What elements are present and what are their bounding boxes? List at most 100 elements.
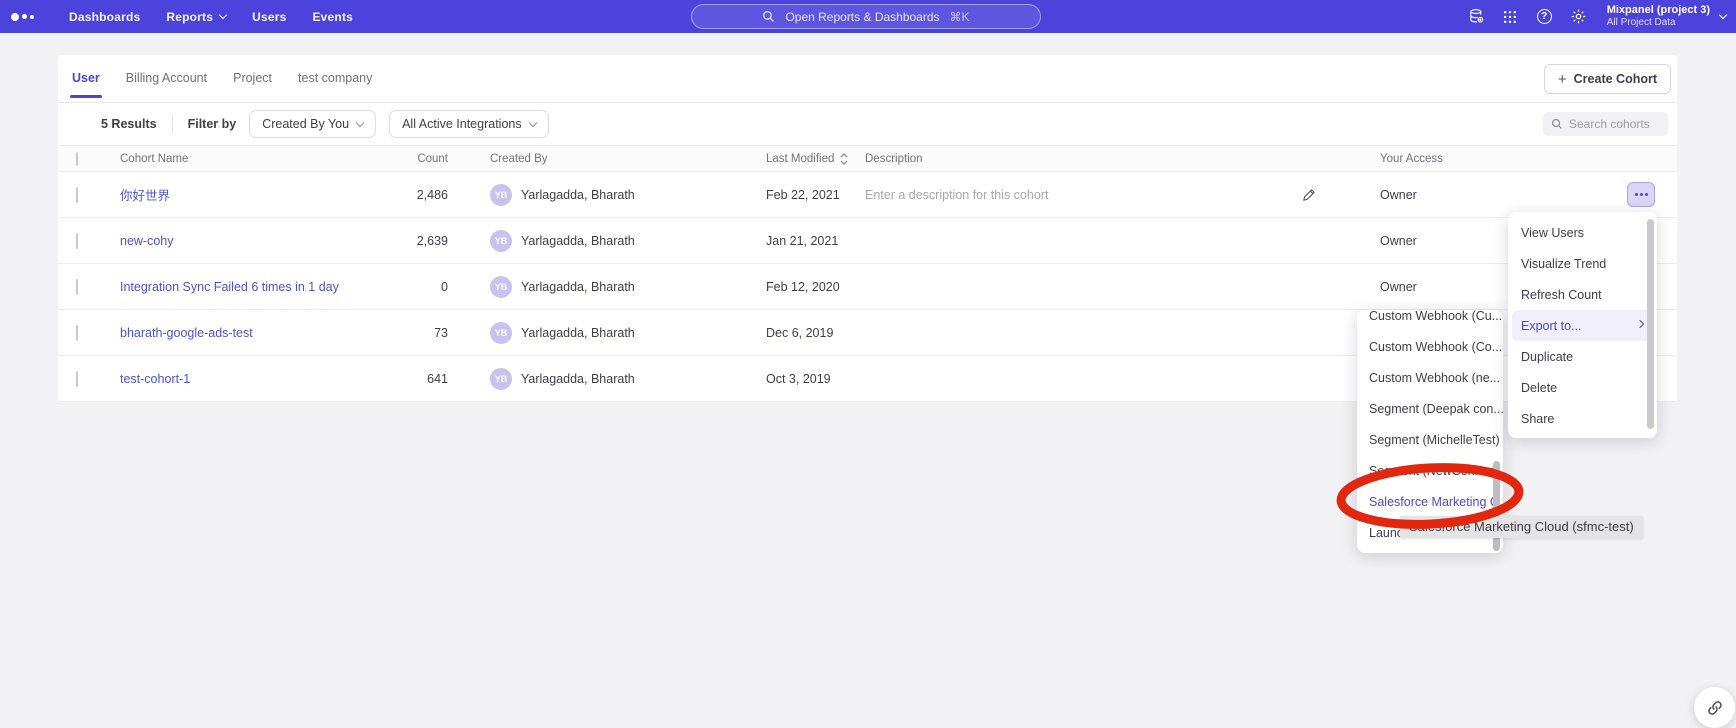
row-context-menu: View Users Visualize Trend Refresh Count… [1508, 212, 1657, 438]
export-submenu-item[interactable]: Segment (Deepak con... [1357, 393, 1503, 424]
col-count: Count [403, 153, 448, 165]
nav-item[interactable]: Reports [153, 0, 239, 33]
cohort-tabs: User Billing Account Project test compan… [58, 55, 1677, 103]
cohort-name-link[interactable]: 你好世界 [120, 189, 170, 203]
tab[interactable]: Billing Account [124, 71, 209, 102]
context-menu-item-label: Duplicate [1521, 350, 1573, 364]
export-submenu-item-label: Custom Webhook (ne... [1369, 371, 1500, 385]
nav-links: Dashboards Reports Users Events [56, 0, 366, 33]
description-placeholder[interactable]: Enter a description for this cohort [865, 188, 1048, 202]
creator-name: Yarlagadda, Bharath [521, 280, 635, 294]
col-last-modified[interactable]: Last Modified [758, 153, 863, 165]
cohort-search-input[interactable] [1569, 117, 1659, 131]
export-submenu-item[interactable]: Custom Webhook (Cu... [1357, 310, 1503, 331]
row-checkbox[interactable] [76, 233, 78, 249]
tab-label: test company [298, 71, 372, 85]
project-scope: All Project Data [1607, 17, 1710, 29]
export-submenu-item[interactable]: Custom Webhook (ne... [1357, 362, 1503, 393]
create-cohort-button[interactable]: + Create Cohort [1544, 64, 1671, 94]
apps-grid-icon[interactable] [1502, 8, 1519, 25]
nav-item[interactable]: Dashboards [56, 0, 153, 33]
creator-name: Yarlagadda, Bharath [521, 326, 635, 340]
export-submenu-item-label: Salesforce Marketing C... [1369, 495, 1503, 509]
export-submenu-item[interactable]: Segment (NewConnec... [1357, 455, 1503, 486]
creator-name: Yarlagadda, Bharath [521, 188, 635, 202]
export-submenu-item-label: Custom Webhook (Co... [1369, 340, 1502, 354]
edit-pencil-icon[interactable] [1302, 187, 1317, 202]
filter-toolbar: 5 Results Filter by Created By You All A… [58, 103, 1677, 145]
mixpanel-logo-icon[interactable] [11, 13, 34, 21]
row-checkbox[interactable] [76, 325, 78, 341]
active-tab-underline [70, 95, 102, 98]
last-modified-date: Feb 12, 2020 [758, 280, 863, 294]
context-menu-item[interactable]: Delete [1508, 372, 1657, 403]
creator-name: Yarlagadda, Bharath [521, 372, 635, 386]
cohort-count: 2,639 [403, 234, 448, 248]
context-menu-item[interactable]: Duplicate [1508, 341, 1657, 372]
row-checkbox[interactable] [76, 371, 78, 387]
filter-by-label: Filter by [188, 117, 237, 131]
cohort-count: 0 [403, 280, 448, 294]
avatar: YB [490, 230, 512, 252]
last-modified-date: Feb 22, 2021 [758, 188, 863, 202]
data-management-icon[interactable] [1468, 8, 1485, 25]
plus-icon: + [1558, 71, 1567, 88]
nav-item-label: Users [252, 10, 286, 24]
select-all-checkbox[interactable] [76, 152, 78, 166]
integrations-filter-dropdown[interactable]: All Active Integrations [389, 110, 549, 138]
row-more-actions-button[interactable] [1627, 182, 1655, 207]
export-submenu-item[interactable]: Salesforce Marketing C... [1357, 486, 1503, 517]
chevron-down-icon [356, 118, 364, 126]
keyboard-shortcut: ⌘K [950, 10, 970, 24]
top-nav: Dashboards Reports Users Events Open Rep… [0, 0, 1736, 33]
cohort-count: 2,486 [403, 188, 448, 202]
context-menu-item[interactable]: Visualize Trend [1508, 248, 1657, 279]
nav-item[interactable]: Users [239, 0, 299, 33]
row-checkbox[interactable] [76, 279, 78, 295]
nav-item-label: Dashboards [69, 10, 140, 24]
context-menu-item-label: Visualize Trend [1521, 257, 1606, 271]
help-icon[interactable]: ? [1536, 8, 1553, 25]
project-switcher[interactable]: Mixpanel (project 3) All Project Data [1607, 4, 1726, 28]
cohort-count: 641 [403, 372, 448, 386]
tab[interactable]: Project [231, 71, 274, 102]
share-link-fab[interactable] [1694, 687, 1735, 728]
cohort-name-link[interactable]: new-cohy [120, 234, 174, 248]
nav-item[interactable]: Events [299, 0, 366, 33]
global-search-label: Open Reports & Dashboards [785, 10, 939, 24]
tab-label: Billing Account [126, 71, 207, 85]
export-submenu-item[interactable]: Custom Webhook (Co... [1357, 331, 1503, 362]
avatar: YB [490, 368, 512, 390]
sort-icon [840, 153, 848, 165]
nav-right: ? Mixpanel (project 3) All Project Data [1468, 0, 1726, 33]
context-menu-item[interactable]: Export to... [1512, 310, 1653, 341]
tab[interactable]: test company [296, 71, 374, 102]
context-menu-item[interactable]: Refresh Count [1508, 279, 1657, 310]
access-level: Owner [1323, 188, 1617, 202]
export-submenu-item-label: Segment (Deepak con... [1369, 402, 1503, 416]
settings-gear-icon[interactable] [1570, 8, 1587, 25]
table-row: 你好世界 2,486 YB Yarlagadda, Bharath Feb 22… [58, 172, 1677, 218]
export-submenu-item-label: Custom Webhook (Cu... [1369, 310, 1502, 323]
context-menu-item[interactable]: Share [1508, 403, 1657, 434]
chevron-down-icon [1719, 11, 1727, 19]
cohort-name-link[interactable]: bharath-google-ads-test [120, 326, 253, 340]
last-modified-date: Oct 3, 2019 [758, 372, 863, 386]
cohort-name-link[interactable]: Integration Sync Failed 6 times in 1 day [120, 280, 339, 294]
context-menu-scrollbar[interactable] [1647, 219, 1654, 429]
link-icon [1706, 699, 1724, 717]
context-menu-item[interactable]: View Users [1508, 217, 1657, 248]
global-search-button[interactable]: Open Reports & Dashboards ⌘K [691, 4, 1041, 29]
created-by-filter-dropdown[interactable]: Created By You [249, 110, 376, 138]
avatar: YB [490, 322, 512, 344]
col-created-by: Created By [448, 153, 758, 165]
row-checkbox[interactable] [76, 187, 78, 203]
col-cohort-name: Cohort Name [102, 153, 403, 165]
export-submenu-item[interactable]: Segment (MichelleTest) [1357, 424, 1503, 455]
last-modified-date: Dec 6, 2019 [758, 326, 863, 340]
avatar: YB [490, 184, 512, 206]
tab[interactable]: User [70, 71, 102, 102]
cohort-search-box[interactable] [1543, 112, 1668, 136]
cohort-name-link[interactable]: test-cohort-1 [120, 372, 190, 386]
nav-item-label: Reports [166, 10, 213, 24]
